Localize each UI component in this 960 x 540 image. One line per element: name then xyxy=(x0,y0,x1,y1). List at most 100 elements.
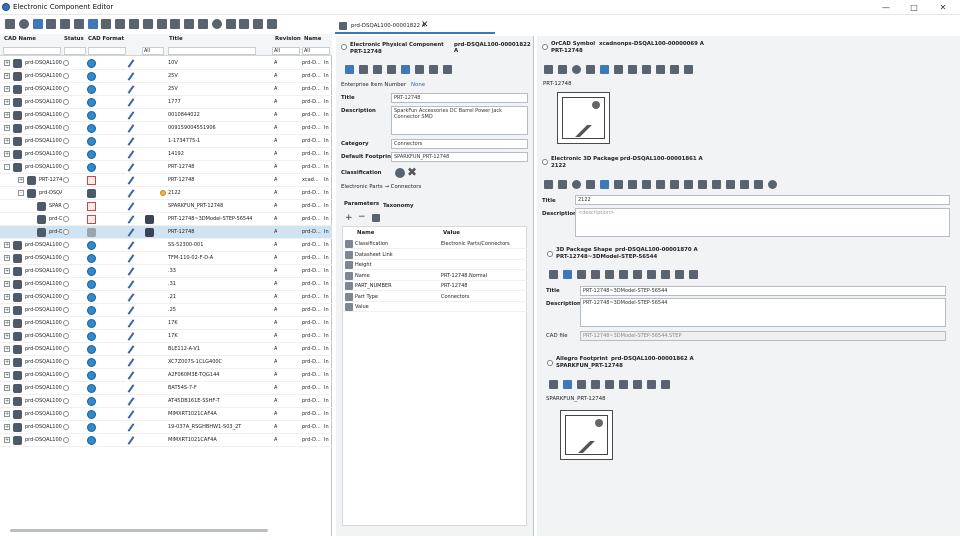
param-row[interactable]: Datasheet Link xyxy=(343,250,528,260)
download-icon[interactable] xyxy=(689,270,698,279)
tools-icon[interactable] xyxy=(544,180,553,189)
enterprise-value[interactable]: None xyxy=(411,82,425,88)
expand-toggle[interactable]: + xyxy=(4,86,10,92)
swap-icon[interactable] xyxy=(633,380,642,389)
package-radio[interactable] xyxy=(542,159,548,165)
param-row[interactable]: Height xyxy=(343,260,528,270)
expand-toggle[interactable]: + xyxy=(4,307,10,313)
expand-toggle[interactable]: + xyxy=(4,242,10,248)
table-icon[interactable] xyxy=(429,65,438,74)
remove-icon[interactable]: − xyxy=(358,212,366,222)
edit-icon[interactable] xyxy=(126,436,136,445)
table-row[interactable]: prd-DSI PRT-12748 Aprd-D...In xyxy=(0,226,332,239)
table-row[interactable]: + prd-DSQAL100 17K Aprd-D... In xyxy=(0,317,332,330)
table-row[interactable]: + prd-DSQAL100 10V Aprd-D... In xyxy=(0,57,332,70)
param-value[interactable]: PRT-12748 xyxy=(441,283,467,289)
param-row[interactable]: Classification Electronic Parts/Connector… xyxy=(343,239,528,249)
expand-toggle[interactable]: + xyxy=(4,112,10,118)
description-field[interactable]: SparkFun Accessories DC Barrel Power Jac… xyxy=(391,106,528,135)
settings-icon[interactable] xyxy=(577,270,586,279)
grid-icon[interactable] xyxy=(401,65,410,74)
edit-icon[interactable] xyxy=(126,202,136,211)
expand-toggle[interactable]: + xyxy=(4,138,10,144)
edit-icon[interactable] xyxy=(126,241,136,250)
edit-icon[interactable] xyxy=(126,254,136,263)
edit-icon[interactable] xyxy=(126,176,136,185)
new-item-icon[interactable] xyxy=(73,19,84,29)
edit-icon[interactable] xyxy=(126,137,136,146)
param-value[interactable]: Electronic Parts/Connectors xyxy=(441,241,510,247)
edit-icon[interactable] xyxy=(126,410,136,419)
swap-icon[interactable] xyxy=(415,65,424,74)
tag-icon[interactable] xyxy=(642,65,651,74)
delete-icon[interactable] xyxy=(115,19,126,29)
table-row[interactable]: + prd-DSQAL100 .33 Aprd-D... In xyxy=(0,265,332,278)
edit-icon[interactable] xyxy=(126,228,136,237)
table-row[interactable]: - prd-DSQAL100 PRT-12748 Aprd-D... In xyxy=(0,161,332,174)
monitor-icon[interactable] xyxy=(661,380,670,389)
edit-icon[interactable] xyxy=(126,332,136,341)
clear-icon[interactable]: ✖ xyxy=(407,165,417,179)
table-row[interactable]: + prd-DSQAL100 XC7Z007S-1CLG400C Aprd-D... I… xyxy=(0,356,332,369)
save-icon[interactable] xyxy=(184,19,195,29)
param-row[interactable]: Part Type Connectors xyxy=(343,292,528,302)
filter-format-all[interactable]: All xyxy=(142,47,164,55)
bookmark-icon[interactable] xyxy=(32,19,43,29)
filter-cad-name[interactable] xyxy=(3,47,61,55)
col-cad-name[interactable]: CAD Name xyxy=(4,36,36,42)
settings-icon[interactable] xyxy=(614,180,623,189)
expand-toggle[interactable]: + xyxy=(4,333,10,339)
allegro-radio[interactable] xyxy=(547,360,553,366)
edit-alt-icon[interactable] xyxy=(101,19,112,29)
table-row[interactable]: + prd-DSQAL100 25V Aprd-D... In xyxy=(0,83,332,96)
table-row[interactable]: + prd-DSQAL100 .25 Aprd-D... In xyxy=(0,304,332,317)
import-icon[interactable] xyxy=(142,19,153,29)
edit-icon[interactable] xyxy=(126,215,136,224)
table-row[interactable]: + prd-DSQAL100 17K Aprd-D... In xyxy=(0,330,332,343)
minimize-button[interactable]: — xyxy=(880,2,892,13)
table-row[interactable]: + prd-DSQAL100 .21 Aprd-D... In xyxy=(0,291,332,304)
package-desc-field[interactable]: <description> xyxy=(575,208,950,237)
table-row[interactable]: + prd-DSQAL100 14192 Aprd-D... In xyxy=(0,148,332,161)
edit-icon[interactable] xyxy=(126,345,136,354)
table-row[interactable]: + prd-DSQAL100 1-1734775-1 Aprd-D... In xyxy=(0,135,332,148)
export-icon[interactable] xyxy=(156,19,167,29)
close-button[interactable]: ✕ xyxy=(937,2,949,13)
edit-icon[interactable] xyxy=(126,423,136,432)
expand-toggle[interactable]: + xyxy=(4,359,10,365)
sparkle-icon[interactable] xyxy=(656,65,665,74)
col-title[interactable]: Title xyxy=(169,36,183,42)
table-row[interactable]: + prd-DSQAL100 MIMXRT1021CAF4A Aprd-D... In xyxy=(0,408,332,421)
link-icon[interactable] xyxy=(373,65,382,74)
title-field[interactable]: PRT-12748 xyxy=(391,93,528,103)
select-radio[interactable] xyxy=(341,44,347,50)
edit-icon[interactable] xyxy=(600,65,609,74)
table-icon[interactable] xyxy=(684,65,693,74)
settings-icon[interactable] xyxy=(5,19,15,29)
table-row[interactable]: + prd-DSQAL100 1777 Aprd-D... In xyxy=(0,96,332,109)
expand-toggle[interactable]: + xyxy=(4,60,10,66)
tag-icon[interactable] xyxy=(642,180,651,189)
link-icon[interactable] xyxy=(591,270,600,279)
edit-icon[interactable] xyxy=(126,306,136,315)
refresh-icon[interactable] xyxy=(253,19,264,29)
copy-icon[interactable] xyxy=(372,214,380,222)
param-row[interactable]: Value xyxy=(343,302,528,312)
table-icon[interactable] xyxy=(684,180,693,189)
link-icon[interactable] xyxy=(129,19,140,29)
param-row[interactable]: PART_NUMBER PRT-12748 xyxy=(343,281,528,291)
search-icon[interactable] xyxy=(572,65,581,74)
expand-toggle[interactable]: + xyxy=(4,294,10,300)
expand-toggle[interactable]: + xyxy=(4,320,10,326)
cad-file-field[interactable]: PRT-12748~3DModel-STEP-56544.STEP xyxy=(580,331,946,341)
filter-title[interactable] xyxy=(168,47,256,55)
expand-toggle[interactable]: - xyxy=(18,190,24,196)
edit-icon[interactable] xyxy=(126,280,136,289)
open-icon[interactable] xyxy=(661,270,670,279)
sparkle-icon[interactable] xyxy=(619,270,628,279)
expand-toggle[interactable]: - xyxy=(4,164,10,170)
expand-toggle[interactable]: + xyxy=(4,385,10,391)
table-row[interactable]: + prd-DSQAL100 .31 Aprd-D... In xyxy=(0,278,332,291)
expand-toggle[interactable]: + xyxy=(4,73,10,79)
edit-icon[interactable] xyxy=(126,319,136,328)
